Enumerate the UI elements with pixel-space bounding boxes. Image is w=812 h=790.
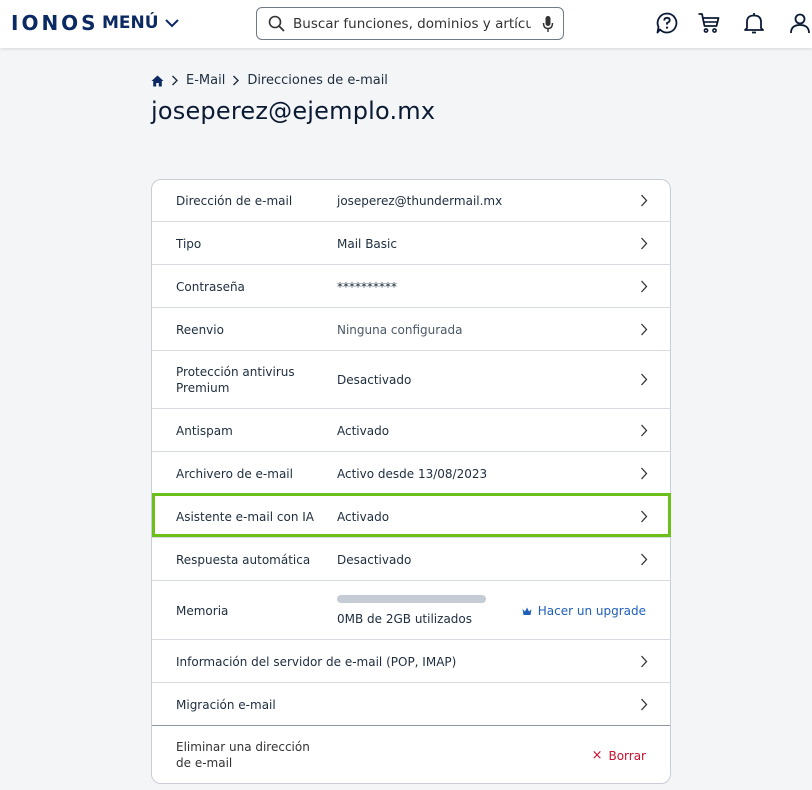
row-antispam[interactable]: Antispam Activado	[152, 409, 670, 452]
user-icon[interactable]	[788, 11, 812, 35]
breadcrumb-email-addresses[interactable]: Direcciones de e-mail	[247, 73, 388, 88]
ionos-logo[interactable]: IONOS	[11, 11, 99, 35]
menu-label: MENÚ	[102, 13, 159, 33]
row-type[interactable]: Tipo Mail Basic	[152, 222, 670, 265]
row-label: Migración e-mail	[176, 698, 276, 712]
row-value: Desactivado	[337, 553, 412, 567]
row-label: Respuesta automática	[176, 553, 311, 567]
row-value: joseperez@thundermail.mx	[337, 194, 503, 208]
row-label: Protección antivirus Premium	[176, 365, 295, 395]
row-label: Archivero de e-mail	[176, 467, 293, 481]
bell-icon[interactable]	[742, 11, 766, 35]
cart-icon[interactable]	[697, 11, 721, 35]
top-bar: IONOS MENÚ	[0, 0, 812, 48]
upgrade-label: Hacer un upgrade	[537, 604, 646, 618]
row-email-address[interactable]: Dirección de e-mail joseperez@thundermai…	[152, 180, 670, 222]
row-antivirus[interactable]: Protección antivirus Premium Desactivado	[152, 351, 670, 409]
row-server-info[interactable]: Información del servidor de e-mail (POP,…	[152, 640, 670, 683]
delete-label: Borrar	[608, 748, 646, 763]
chevron-right-icon	[641, 655, 648, 668]
delete-button[interactable]: × Borrar	[592, 748, 646, 763]
home-icon[interactable]	[151, 75, 164, 87]
memory-progress-bar	[337, 595, 486, 603]
memory-usage-text: 0MB de 2GB utilizados	[337, 612, 473, 626]
email-settings-card: Dirección de e-mail joseperez@thundermai…	[151, 179, 671, 784]
row-value: Activo desde 13/08/2023	[337, 467, 488, 481]
chevron-right-icon	[641, 553, 648, 566]
page-title: joseperez@ejemplo.mx	[151, 97, 436, 125]
crown-icon	[522, 607, 532, 615]
chevron-right-icon	[641, 424, 648, 437]
row-label: Dirección de e-mail	[176, 194, 293, 208]
chevron-right-icon	[641, 323, 648, 336]
row-memory: Memoria 0MB de 2GB utilizados Hacer un u…	[152, 581, 670, 640]
upgrade-link[interactable]: Hacer un upgrade	[522, 604, 646, 618]
row-label: Información del servidor de e-mail (POP,…	[176, 655, 457, 669]
menu-button[interactable]: MENÚ	[102, 13, 179, 33]
search-input[interactable]	[293, 13, 531, 35]
chevron-right-icon	[641, 237, 648, 250]
row-value: Activado	[337, 510, 390, 524]
row-value: Ninguna configurada	[337, 323, 463, 337]
chevron-down-icon	[164, 19, 179, 28]
breadcrumb: E-Mail Direcciones de e-mail	[151, 73, 388, 88]
row-value: **********	[337, 280, 397, 294]
chevron-right-icon	[641, 194, 648, 207]
row-password[interactable]: Contraseña **********	[152, 265, 670, 308]
row-label: Tipo	[176, 237, 202, 251]
row-ai-assistant[interactable]: Asistente e-mail con IA Activado	[152, 495, 670, 538]
row-email-archive[interactable]: Archivero de e-mail Activo desde 13/08/2…	[152, 452, 670, 495]
chevron-right-icon	[641, 373, 648, 386]
search-box[interactable]	[256, 7, 564, 40]
row-label: Eliminar una dirección de e-mail	[176, 740, 310, 770]
row-label: Asistente e-mail con IA	[176, 510, 314, 524]
search-icon	[268, 15, 285, 32]
row-migration[interactable]: Migración e-mail	[152, 683, 670, 726]
chevron-right-icon	[641, 510, 648, 523]
row-label: Antispam	[176, 424, 233, 438]
chevron-right-icon	[641, 280, 648, 293]
row-auto-reply[interactable]: Respuesta automática Desactivado	[152, 538, 670, 581]
row-forwarding[interactable]: Reenvio Ninguna configurada	[152, 308, 670, 351]
chevron-right-icon	[232, 75, 240, 86]
row-label: Reenvio	[176, 323, 224, 337]
row-label: Memoria	[176, 604, 229, 618]
row-value: Mail Basic	[337, 237, 397, 251]
chevron-right-icon	[641, 467, 648, 480]
chevron-right-icon	[641, 698, 648, 711]
close-icon: ×	[591, 748, 603, 763]
microphone-icon[interactable]	[542, 15, 554, 33]
breadcrumb-email[interactable]: E-Mail	[186, 73, 225, 88]
row-delete-address: Eliminar una dirección de e-mail × Borra…	[152, 726, 670, 783]
chevron-right-icon	[171, 75, 179, 86]
row-value: Desactivado	[337, 373, 412, 387]
row-value: Activado	[337, 424, 390, 438]
row-label: Contraseña	[176, 280, 245, 294]
help-icon[interactable]	[655, 11, 679, 35]
